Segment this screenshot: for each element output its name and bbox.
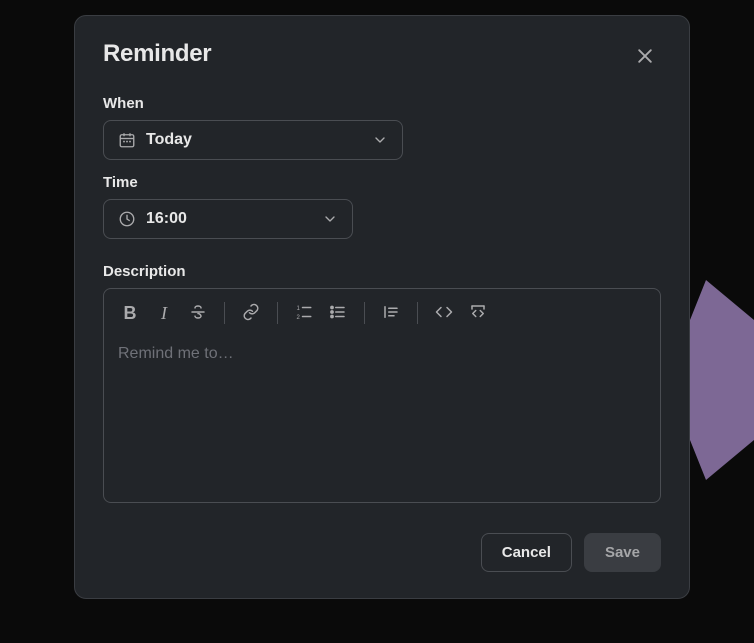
- code-icon: [435, 303, 453, 324]
- modal-title: Reminder: [103, 40, 211, 68]
- when-select[interactable]: Today: [103, 120, 403, 160]
- time-label: Time: [103, 174, 661, 191]
- link-icon: [242, 303, 260, 324]
- time-value: 16:00: [146, 210, 322, 228]
- clock-icon: [118, 210, 136, 228]
- bullet-list-icon: [329, 303, 347, 324]
- chevron-down-icon: [372, 132, 388, 148]
- time-group: Time 16:00: [103, 174, 661, 239]
- bold-button[interactable]: B: [114, 297, 146, 329]
- modal-footer: Cancel Save: [103, 533, 661, 572]
- calendar-icon: [118, 131, 136, 149]
- code-block-icon: [469, 303, 487, 324]
- when-group: When Today: [103, 95, 661, 160]
- svg-text:1: 1: [297, 305, 301, 311]
- save-button[interactable]: Save: [584, 533, 661, 572]
- italic-button[interactable]: I: [148, 297, 180, 329]
- editor-toolbar: B I: [104, 289, 660, 337]
- strikethrough-button[interactable]: [182, 297, 214, 329]
- reminder-modal: Reminder When: [74, 15, 690, 599]
- close-icon: [635, 46, 655, 69]
- chevron-down-icon: [322, 211, 338, 227]
- blockquote-button[interactable]: [375, 297, 407, 329]
- ordered-list-button[interactable]: 1 2: [288, 297, 320, 329]
- ordered-list-icon: 1 2: [295, 303, 313, 324]
- bullet-list-button[interactable]: [322, 297, 354, 329]
- close-button[interactable]: [629, 40, 661, 75]
- when-value: Today: [146, 131, 372, 149]
- description-group: Description B I: [103, 263, 661, 503]
- svg-text:2: 2: [297, 314, 301, 320]
- bold-icon: B: [124, 303, 137, 324]
- toolbar-divider: [224, 302, 225, 324]
- editor-container: B I: [103, 288, 661, 503]
- blockquote-icon: [382, 303, 400, 324]
- description-input[interactable]: [104, 337, 660, 497]
- toolbar-divider: [364, 302, 365, 324]
- code-block-button[interactable]: [462, 297, 494, 329]
- when-label: When: [103, 95, 661, 112]
- link-button[interactable]: [235, 297, 267, 329]
- italic-icon: I: [161, 303, 167, 324]
- toolbar-divider: [277, 302, 278, 324]
- description-label: Description: [103, 263, 661, 280]
- strikethrough-icon: [189, 303, 207, 324]
- code-button[interactable]: [428, 297, 460, 329]
- time-select[interactable]: 16:00: [103, 199, 353, 239]
- cancel-button[interactable]: Cancel: [481, 533, 572, 572]
- modal-header: Reminder: [103, 40, 661, 75]
- toolbar-divider: [417, 302, 418, 324]
